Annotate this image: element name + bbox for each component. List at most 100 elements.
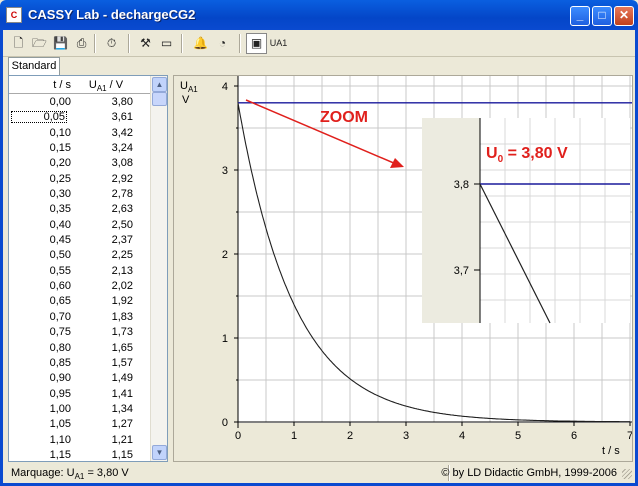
voltage-cell[interactable]: 1,49 <box>81 372 133 384</box>
table-row[interactable]: 1,15 1,15 <box>9 448 151 463</box>
column-header-time[interactable]: t / s <box>9 79 71 91</box>
table-row[interactable]: 0,80 1,65 <box>9 341 151 356</box>
voltage-cell[interactable]: 1,92 <box>81 295 133 307</box>
voltage-cell[interactable]: 1,15 <box>81 449 133 461</box>
time-cell[interactable]: 0,85 <box>9 357 71 369</box>
table-row[interactable]: 0,60 2,02 <box>9 279 151 294</box>
voltage-cell[interactable]: 1,57 <box>81 357 133 369</box>
time-cell[interactable]: 0,15 <box>9 142 71 154</box>
time-cell[interactable]: 0,90 <box>9 372 71 384</box>
time-cell[interactable]: 1,05 <box>9 418 71 430</box>
time-cell[interactable]: 0,65 <box>9 295 71 307</box>
table-row[interactable]: 0,45 2,37 <box>9 233 151 248</box>
table-row[interactable]: 0,00 3,80 <box>9 95 151 110</box>
time-cell[interactable]: 0,30 <box>9 188 71 200</box>
time-cell[interactable]: 0,60 <box>9 280 71 292</box>
display-icon[interactable]: ▭ <box>156 33 177 54</box>
voltage-cell[interactable]: 1,83 <box>81 311 133 323</box>
time-cell[interactable]: 0,50 <box>9 249 71 261</box>
time-cell[interactable]: 0,05 <box>11 111 67 124</box>
time-cell[interactable]: 0,35 <box>9 203 71 215</box>
time-cell[interactable]: 0,40 <box>9 219 71 231</box>
minimize-button[interactable]: _ <box>570 6 590 26</box>
time-cell[interactable]: 0,75 <box>9 326 71 338</box>
voltage-cell[interactable]: 1,34 <box>81 403 133 415</box>
time-cell[interactable]: 0,45 <box>9 234 71 246</box>
time-cell[interactable]: 0,80 <box>9 342 71 354</box>
gauge-icon[interactable]: ◔ <box>212 33 233 54</box>
vertical-scrollbar[interactable]: ▲ ▼ <box>150 76 167 461</box>
table-row[interactable]: 0,70 1,83 <box>9 310 151 325</box>
table-row[interactable]: 0,55 2,13 <box>9 264 151 279</box>
y-tick-label: 1 <box>222 333 228 345</box>
voltage-cell[interactable]: 1,21 <box>81 434 133 446</box>
table-row[interactable]: 1,10 1,21 <box>9 433 151 448</box>
voltage-cell[interactable]: 2,63 <box>81 203 133 215</box>
voltage-cell[interactable]: 2,50 <box>81 219 133 231</box>
table-row[interactable]: 0,25 2,92 <box>9 172 151 187</box>
time-cell[interactable]: 0,20 <box>9 157 71 169</box>
voltage-cell[interactable]: 2,02 <box>81 280 133 292</box>
voltage-cell[interactable]: 2,37 <box>81 234 133 246</box>
bell-icon[interactable]: 🔔 <box>190 33 211 54</box>
tools-icon[interactable]: ⚒ <box>135 33 156 54</box>
voltage-cell[interactable]: 2,92 <box>81 173 133 185</box>
table-row[interactable]: 0,30 2,78 <box>9 187 151 202</box>
time-cell[interactable]: 1,00 <box>9 403 71 415</box>
time-cell[interactable]: 0,55 <box>9 265 71 277</box>
voltage-cell[interactable]: 3,80 <box>81 96 133 108</box>
time-cell[interactable]: 1,15 <box>9 449 71 461</box>
table-row[interactable]: 0,50 2,25 <box>9 248 151 263</box>
scroll-down-icon[interactable]: ▼ <box>152 445 167 460</box>
data-table[interactable]: t / s UA1 / V 0,00 3,80 0,05 3,61 0,10 3,42 0,… <box>8 75 168 462</box>
table-row[interactable]: 0,15 3,24 <box>9 141 151 156</box>
open-file-icon[interactable]: 🗁 <box>29 33 50 54</box>
table-row[interactable]: 0,90 1,49 <box>9 371 151 386</box>
voltage-cell[interactable]: 2,25 <box>81 249 133 261</box>
table-row[interactable]: 0,40 2,50 <box>9 218 151 233</box>
table-row[interactable]: 0,65 1,92 <box>9 294 151 309</box>
chart-svg[interactable]: 012340 1 2 3 4 5 6 7UA1Vt / s3,83,7U0 = 3,80 VZ… <box>174 76 633 461</box>
voltage-cell[interactable]: 3,42 <box>81 127 133 139</box>
time-cell[interactable]: 0,10 <box>9 127 71 139</box>
table-row[interactable]: 1,00 1,34 <box>9 402 151 417</box>
voltage-cell[interactable]: 1,65 <box>81 342 133 354</box>
ua1-icon[interactable]: UA1 <box>268 33 289 54</box>
resize-grip-icon[interactable] <box>622 469 632 479</box>
voltage-cell[interactable]: 3,08 <box>81 157 133 169</box>
app-icon[interactable]: C <box>6 7 22 23</box>
voltage-cell[interactable]: 1,41 <box>81 388 133 400</box>
voltage-cell[interactable]: 3,61 <box>81 111 133 123</box>
close-button[interactable]: ✕ <box>614 6 634 26</box>
time-cell[interactable]: 0,00 <box>9 96 71 108</box>
column-header-voltage[interactable]: UA1 / V <box>75 79 137 93</box>
time-cell[interactable]: 0,25 <box>9 173 71 185</box>
time-cell[interactable]: 0,95 <box>9 388 71 400</box>
scroll-thumb[interactable] <box>152 92 167 106</box>
table-row[interactable]: 0,85 1,57 <box>9 356 151 371</box>
voltage-cell[interactable]: 1,73 <box>81 326 133 338</box>
table-row[interactable]: 0,95 1,41 <box>9 387 151 402</box>
new-file-icon[interactable]: 🗋 <box>8 33 29 54</box>
table-row[interactable]: 0,10 3,42 <box>9 126 151 141</box>
chart-panel[interactable]: 0 1 2 3 4 0 1 2 3 4 5 6 7 UA1 Vt / s 3,8 3,7 U0 = 3,80 VZ… <box>173 75 633 462</box>
table-row[interactable]: 0,05 3,61 <box>9 110 151 125</box>
scroll-up-icon[interactable]: ▲ <box>152 77 167 92</box>
voltage-cell[interactable]: 1,27 <box>81 418 133 430</box>
maximize-button[interactable]: □ <box>592 6 612 26</box>
save-file-icon[interactable]: 💾 <box>50 33 71 54</box>
time-cell[interactable]: 1,10 <box>9 434 71 446</box>
stopwatch-icon[interactable]: ⏱ <box>101 33 122 54</box>
title-bar[interactable]: C CASSY Lab - dechargeCG2 _ □ ✕ <box>0 0 638 30</box>
voltage-cell[interactable]: 3,24 <box>81 142 133 154</box>
window-icon[interactable]: ▣ <box>246 33 267 54</box>
table-row[interactable]: 0,35 2,63 <box>9 202 151 217</box>
table-row[interactable]: 0,75 1,73 <box>9 325 151 340</box>
table-row[interactable]: 0,20 3,08 <box>9 156 151 171</box>
table-row[interactable]: 1,05 1,27 <box>9 417 151 432</box>
time-cell[interactable]: 0,70 <box>9 311 71 323</box>
voltage-cell[interactable]: 2,78 <box>81 188 133 200</box>
print-icon[interactable]: ⎙ <box>71 33 92 54</box>
tab-standard[interactable]: Standard <box>8 57 60 75</box>
voltage-cell[interactable]: 2,13 <box>81 265 133 277</box>
